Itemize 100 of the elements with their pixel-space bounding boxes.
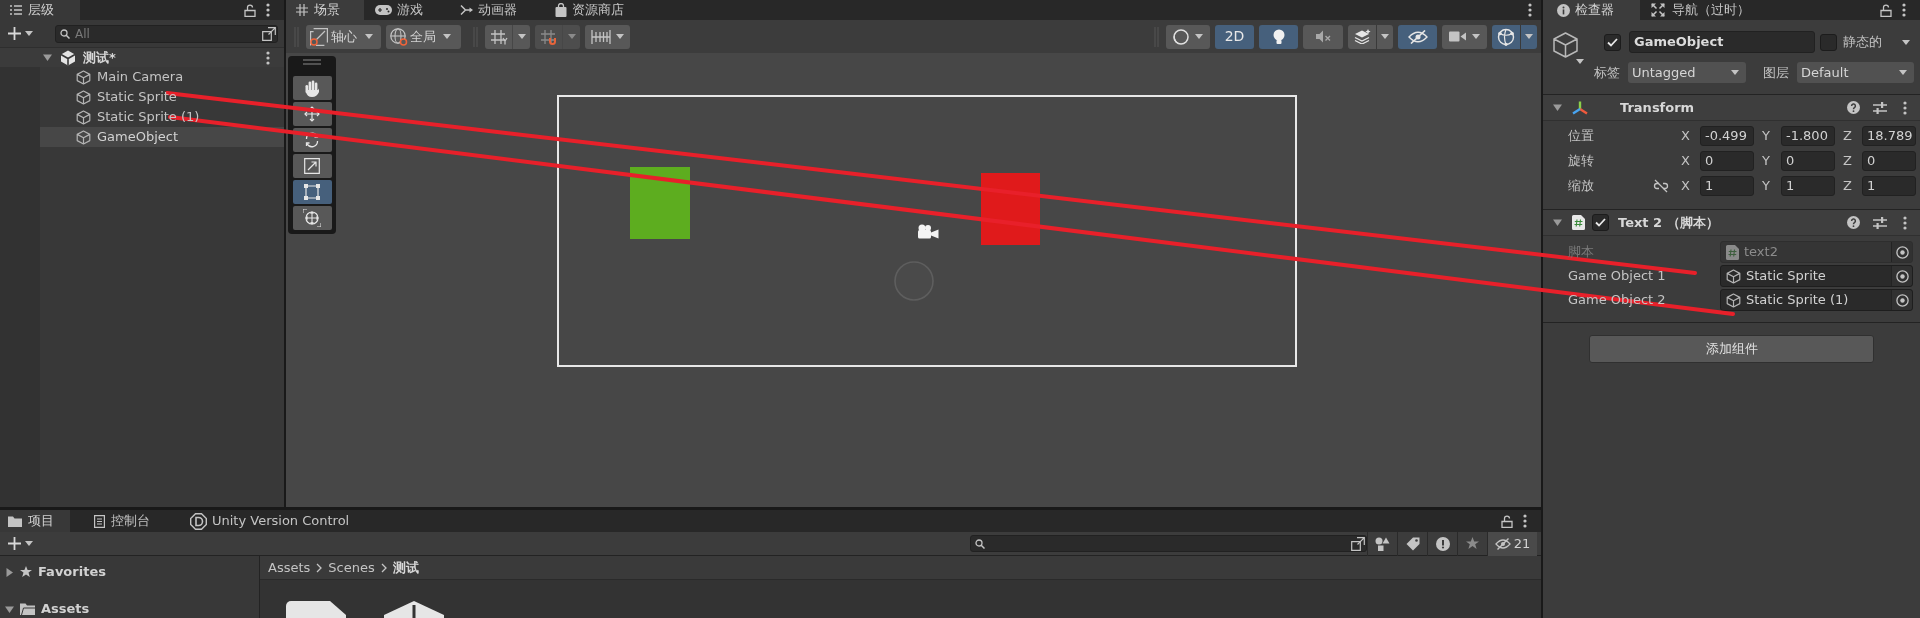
lighting-toggle-button[interactable] [1259,24,1298,49]
type-filter-icon[interactable] [1375,536,1390,551]
gizmos-button[interactable] [1492,24,1537,49]
tree-item[interactable]: Assets [0,599,259,618]
link-off-icon[interactable] [1652,179,1669,193]
component-header[interactable]: Transform [1543,94,1920,121]
name-field[interactable]: GameObject [1629,31,1815,53]
star-icon[interactable] [1466,537,1479,550]
breadcrumb-link[interactable]: 测试 [392,557,419,578]
layers-icon [1353,29,1371,44]
grid-snap-button[interactable] [485,24,530,49]
number-field[interactable]: 0 [1700,151,1754,171]
panel-tab[interactable]: Unity Version Control [180,510,380,532]
disclosure-arrow-icon[interactable] [1553,103,1562,112]
help-icon[interactable] [1847,101,1860,114]
pivot-button[interactable]: 轴心 [306,24,381,49]
effects-button[interactable] [1348,24,1393,49]
lock-icon[interactable] [244,3,256,17]
document-icon [286,601,346,618]
cube-icon [76,89,91,105]
scale-tool-button[interactable] [292,154,332,178]
tree-item[interactable]: Static Sprite [40,87,284,107]
space-button[interactable]: 全局 [386,24,461,49]
more-icon[interactable] [1528,3,1532,17]
tree-item[interactable]: Favorites [0,562,259,582]
panel-tab[interactable]: 检查器 [1543,0,1640,20]
object-picker-button[interactable] [1891,290,1912,310]
sphere-icon [1173,28,1189,45]
number-field[interactable]: 0 [1862,151,1916,171]
tag-icon[interactable] [1405,536,1420,551]
shading-mode-button[interactable] [1166,24,1210,49]
popout-icon[interactable] [1351,537,1365,551]
hidden-packages-button[interactable]: 21 [1487,531,1537,556]
sliders-icon[interactable] [1873,216,1887,229]
enabled-checkbox[interactable] [1592,214,1609,231]
tree-item[interactable]: GameObject [40,127,284,147]
disclosure-arrow-icon[interactable] [5,567,14,577]
number-field[interactable]: -0.499 [1700,126,1754,146]
object-field[interactable]: Static Sprite [1720,265,1913,287]
number-field[interactable]: 0 [1781,151,1835,171]
panel-tab[interactable]: 动画器 [449,0,544,20]
panel-tab[interactable]: 层级 [0,0,80,20]
layer-dropdown[interactable]: Default [1797,62,1914,83]
more-icon[interactable] [1902,3,1906,17]
rect-icon [304,184,320,200]
increment-snap-button[interactable] [585,24,630,49]
visibility-toggle-button[interactable] [1398,24,1437,49]
snap-button[interactable] [535,24,580,49]
number-field[interactable]: 1 [1862,176,1916,196]
axis-label: Z [1843,128,1852,144]
panel-tab[interactable]: 游戏 [364,0,449,20]
lock-icon[interactable] [1880,3,1892,17]
grid-snap-icon [489,28,508,45]
breadcrumb-link[interactable]: Scenes [328,557,375,578]
object-picker-button[interactable] [1891,266,1912,286]
arrows-icon [1651,3,1665,17]
ruler-icon [591,29,611,44]
number-field[interactable]: -1.800 [1781,126,1835,146]
more-icon[interactable] [1903,215,1907,230]
panel-tab[interactable]: 控制台 [70,510,180,532]
panel-tab[interactable]: 项目 [0,510,70,532]
panel-tab[interactable]: 资源商店 [544,0,654,20]
audio-toggle-button[interactable] [1303,24,1343,49]
tree-item[interactable]: 测试* [0,47,284,67]
rect-tool-button[interactable] [292,180,332,204]
active-checkbox[interactable] [1604,33,1621,51]
move-icon [304,106,320,122]
more-icon[interactable] [1903,100,1907,115]
more-icon[interactable] [266,50,270,65]
tag-dropdown[interactable]: Untagged [1628,62,1746,83]
disclosure-arrow-icon[interactable] [1553,218,1562,227]
add-component-button[interactable]: 添加组件 [1589,335,1874,363]
transform-tool-button[interactable] [292,206,332,230]
tree-item[interactable]: Main Camera [40,67,284,87]
component-header[interactable]: Text 2 （脚本） [1543,209,1920,236]
number-field[interactable]: 1 [1781,176,1835,196]
pivot-icon [310,27,328,46]
sliders-icon[interactable] [1873,101,1887,114]
number-field[interactable]: 1 [1700,176,1754,196]
popout-icon[interactable] [262,26,276,41]
lock-icon[interactable] [1501,514,1513,528]
search-field[interactable] [970,535,1367,552]
static-checkbox[interactable] [1820,33,1837,51]
object-field[interactable]: Static Sprite (1) [1720,289,1913,311]
2d-toggle-button[interactable]: 2D [1215,24,1254,49]
camera-settings-button[interactable] [1442,24,1487,49]
panel-tab[interactable]: 导航（过时） [1640,0,1760,20]
alert-icon[interactable] [1435,536,1450,551]
more-icon[interactable] [1523,514,1527,528]
grid-icon [296,4,308,16]
more-icon[interactable] [266,3,270,17]
breadcrumb-link[interactable]: Assets [268,557,311,578]
panel-tab[interactable]: 场景 [286,0,364,20]
help-icon[interactable] [1847,216,1860,229]
search-field[interactable]: All [55,24,278,43]
number-field[interactable]: 18.789 [1862,126,1916,146]
disclosure-arrow-icon[interactable] [43,53,52,62]
caret-icon [25,31,33,36]
disclosure-arrow-icon[interactable] [5,604,14,614]
hand-tool-button[interactable] [292,76,332,100]
